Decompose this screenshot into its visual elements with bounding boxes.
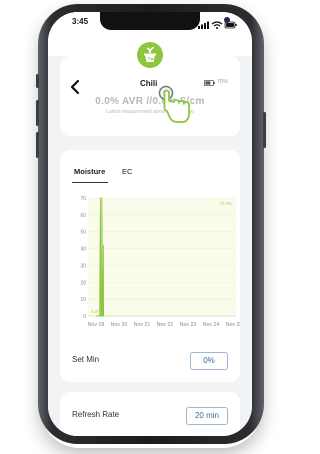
sensor-battery-icon — [204, 80, 215, 86]
active-tab-indicator — [72, 182, 108, 183]
chart-x-tick-label: Nov 20 — [111, 322, 128, 328]
back-arrow-icon[interactable] — [66, 78, 84, 96]
plant-pot-icon — [144, 46, 156, 62]
plant-logo — [137, 42, 163, 68]
signal-icon — [198, 21, 209, 29]
power-button — [263, 112, 266, 148]
set-min-label: Set Min — [72, 355, 100, 364]
tab-ec[interactable]: EC — [122, 167, 132, 176]
volume-down-button — [36, 132, 39, 158]
wifi-icon — [211, 21, 223, 29]
volume-up-button — [36, 100, 39, 126]
front-camera — [224, 17, 230, 23]
status-time: 3:45 — [72, 17, 89, 26]
chart-x-tick-label: Nov 23 — [180, 322, 197, 328]
last-measurement-text: Latest measurement about an hour ago — [106, 109, 194, 115]
chart-x-tick-label: Nov 18 — [88, 322, 105, 328]
refresh-rate-label: Refresh Rate — [72, 410, 120, 419]
chart-y-tick-label: 10 — [80, 297, 86, 303]
chart-x-tick-label: Nov 25 — [226, 322, 240, 328]
chart-y-tick-label: 20 — [80, 280, 86, 286]
chart-y-tick-label: 40 — [80, 247, 86, 253]
phone-screen: 3:45 Chili 70% 0.0% AVR //0.0m S/cm Late… — [48, 12, 252, 436]
chart-y-tick-label: 50 — [80, 230, 86, 236]
plant-name[interactable]: Chili — [140, 79, 157, 88]
chart-y-tick-label: 30 — [80, 263, 86, 269]
chart-annotation-min: 0.0% — [91, 309, 101, 314]
chart-annotation-max: 70.0% — [219, 201, 232, 206]
chart-x-tick-label: Nov 21 — [134, 322, 151, 328]
chart-y-tick-label: 60 — [80, 213, 86, 219]
tab-moisture[interactable]: Moisture — [74, 167, 105, 176]
refresh-rate-input[interactable]: 20 min — [186, 407, 228, 425]
system-icons — [198, 17, 238, 29]
mute-switch — [36, 74, 39, 88]
tap-gesture-hand-icon — [158, 85, 190, 123]
chart-x-tick-label: Nov 22 — [157, 322, 174, 328]
phone-notch — [100, 12, 230, 30]
chart-plot-area — [88, 198, 236, 316]
chart-y-tick-label: 70 — [80, 196, 86, 202]
sensor-battery-level: 70% — [217, 79, 229, 85]
chart-x-tick-label: Nov 24 — [203, 322, 220, 328]
moisture-chart: 70 60 50 40 30 20 10 0Nov 18 Nov 20 Nov 21 Nov 22 N… — [80, 196, 240, 328]
moisture-ec-summary: 0.0% AVR //0.0m S/cm — [95, 96, 205, 107]
chart-y-tick-label: 0 — [83, 314, 86, 320]
set-min-input[interactable]: 0% — [190, 352, 228, 370]
